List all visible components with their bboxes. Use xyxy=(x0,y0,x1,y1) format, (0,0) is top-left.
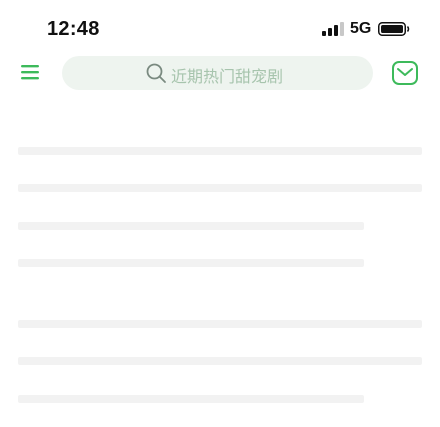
status-bar: 12:48 5G xyxy=(0,0,440,56)
menu-icon[interactable] xyxy=(20,60,42,84)
battery-icon xyxy=(378,22,410,36)
search-placeholder: 近期热门甜宠剧 xyxy=(171,69,284,86)
skeleton-line xyxy=(18,147,422,155)
message-icon[interactable] xyxy=(391,60,419,86)
skeleton-line xyxy=(18,184,422,192)
signal-icon xyxy=(322,22,344,36)
status-time: 12:48 xyxy=(47,18,100,40)
skeleton-line xyxy=(18,259,364,267)
search-bar[interactable]: 近期热门甜宠剧 xyxy=(62,56,373,90)
app-screen: 12:48 5G 近期热门甜宠剧 xyxy=(0,0,440,427)
skeleton-line xyxy=(18,320,422,328)
skeleton-line xyxy=(18,357,422,365)
skeleton-line xyxy=(18,222,364,230)
top-header: 近期热门甜宠剧 xyxy=(0,56,440,92)
search-icon xyxy=(146,63,166,83)
skeleton-line xyxy=(18,395,364,403)
network-type: 5G xyxy=(350,20,372,37)
